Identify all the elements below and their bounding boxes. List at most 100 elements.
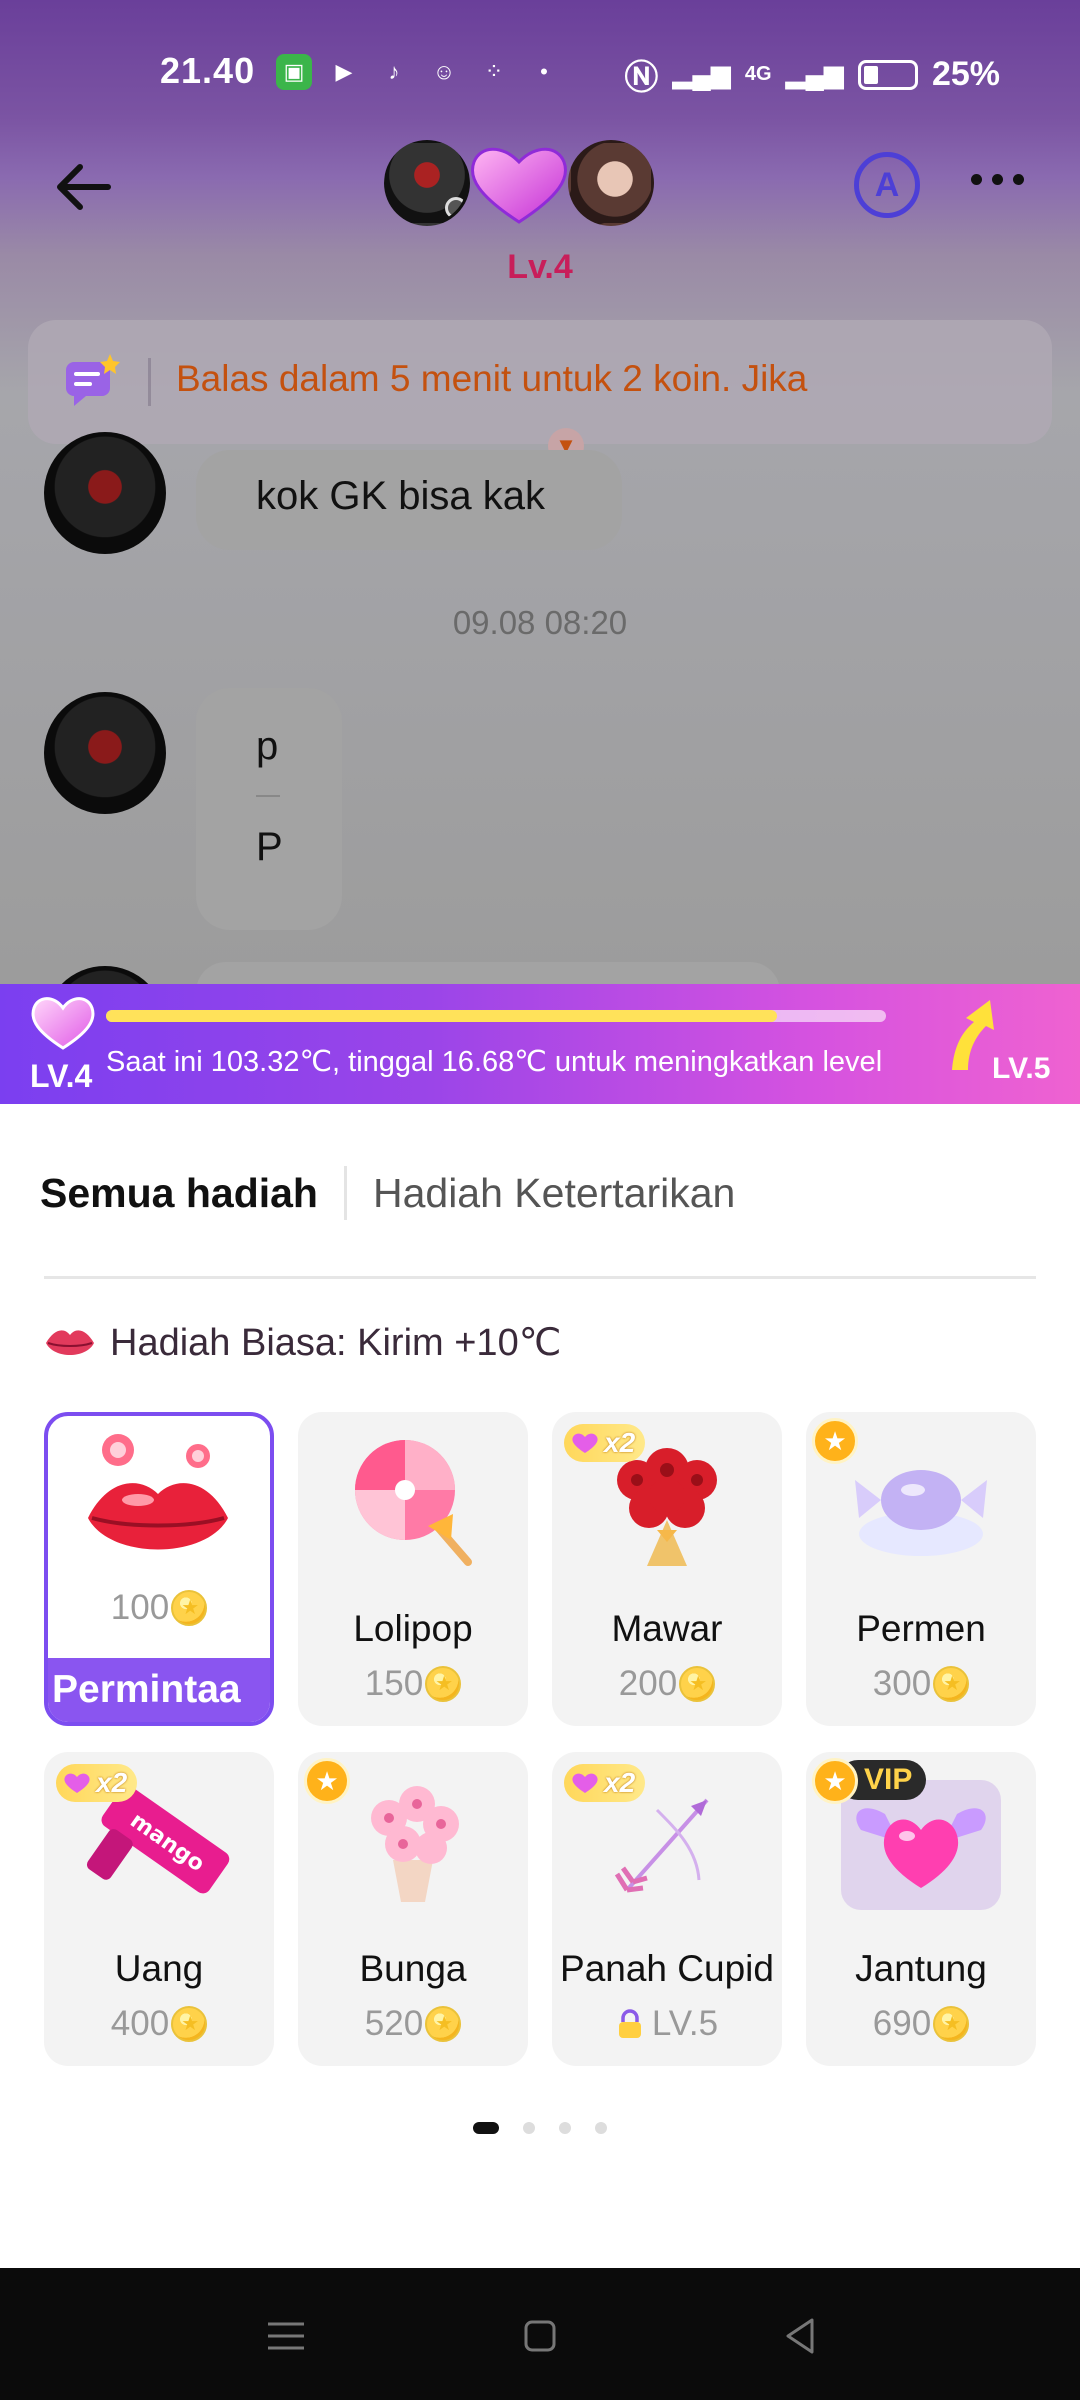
gift-card-uang[interactable]: mango x2 Uang 400 [44, 1752, 274, 2066]
coin-icon [679, 1666, 716, 1702]
intimacy-level-bar: LV.4 Saat ini 103.32℃, tinggal 16.68℃ un… [0, 984, 1080, 1104]
sender-avatar-3[interactable] [44, 966, 166, 984]
back-icon[interactable] [770, 2306, 830, 2366]
gift-name: Panah Cupid [560, 1948, 774, 1989]
couple-avatars[interactable] [384, 138, 654, 228]
page-dot[interactable] [473, 2122, 499, 2134]
gift-card-permen[interactable]: ★ Permen 300 [806, 1412, 1036, 1726]
section-divider [44, 1276, 1036, 1279]
message-timestamp: 09.08 08:20 [452, 604, 628, 641]
lips-icon [46, 1329, 94, 1355]
current-level: LV.4 [30, 1058, 93, 1094]
gift-grid: 100 Permintaa Lolipop 150 [44, 1412, 1036, 2066]
level-progress-fill [106, 1010, 777, 1022]
chat-notification-icon: ☺ [432, 59, 456, 84]
gift-price: 150 [298, 1664, 528, 1704]
mini-heart-icon [64, 1773, 90, 1793]
star-badge-icon: ★ [812, 1418, 858, 1464]
sender-avatar-2[interactable] [44, 692, 166, 814]
translate-icon[interactable]: A [854, 152, 920, 218]
gift-name: Permen [856, 1608, 986, 1649]
reply-reward-notice[interactable]: Balas dalam 5 menit untuk 2 koin. Jika ▼ [28, 320, 1052, 464]
status-right: Ⓝ ▂▄▆ 4G ▂▄▆ 25% [624, 50, 1000, 99]
chat-bubble[interactable]: kok GK bisa kak [196, 450, 622, 550]
chat-bubble-2[interactable]: p P [196, 688, 342, 930]
my-avatar[interactable] [384, 140, 470, 226]
price-value: 150 [364, 1664, 424, 1703]
more-options-icon[interactable] [971, 174, 1024, 185]
candy-icon [855, 1470, 987, 1556]
tiktok-icon: ♪ [388, 59, 400, 84]
gift-card-bunga[interactable]: ★ Bunga 520 [298, 1752, 528, 2066]
coin-icon [933, 2006, 970, 2042]
tab-interest-gifts[interactable]: Hadiah Ketertarikan [373, 1170, 735, 1217]
request-gift-button[interactable]: Permintaa [48, 1658, 270, 1722]
notice-divider [148, 358, 151, 406]
gift-name: Uang [114, 1948, 204, 1989]
gift-name: Jantung [855, 1948, 987, 1989]
app-notification-icon-2: ⁘ [484, 59, 504, 84]
price-value: 400 [110, 2004, 170, 2043]
home-icon[interactable] [510, 2306, 570, 2366]
gift-card-panah-cupid[interactable]: x2 Panah Cupid LV.5 [552, 1752, 782, 2066]
more-notifications-dot: • [540, 59, 548, 84]
gift-card-mawar[interactable]: x2 Mawar 200 [552, 1412, 782, 1726]
signal-icon-2: ▂▄▆ [785, 59, 844, 89]
price-value: 200 [618, 1664, 678, 1703]
notice-text: Balas dalam 5 menit untuk 2 koin. Jika [176, 358, 808, 399]
app-notification-icon: ▣ [276, 54, 312, 90]
badge-x2-text: x2 [604, 1767, 636, 1798]
section-header: Hadiah Biasa: Kirim +10℃ [44, 1320, 561, 1365]
sender-avatar[interactable] [44, 432, 166, 554]
message-task-icon [66, 354, 120, 406]
level-progress-text: Saat ini 103.32℃, tinggal 16.68℃ untuk m… [106, 1046, 883, 1078]
coin-icon [933, 1666, 970, 1702]
page-indicator [0, 2122, 1080, 2134]
partner-avatar[interactable] [568, 140, 654, 226]
menu-icon[interactable] [256, 2306, 316, 2366]
gift-price: LV.5 [552, 2004, 782, 2044]
intimacy-heart-icon [471, 147, 567, 224]
price-value: 690 [872, 2004, 932, 2043]
gift-price: 100 [48, 1588, 270, 1628]
page-dot[interactable] [595, 2122, 607, 2134]
chat-header: Lv.4 A [0, 130, 1080, 290]
gift-name: Bunga [359, 1948, 467, 1989]
tab-all-gifts[interactable]: Semua hadiah [40, 1170, 318, 1217]
notification-icons: ▣ ▶ ♪ ☺ ⁘ • [276, 54, 562, 90]
chat-background: 21.40 ▣ ▶ ♪ ☺ ⁘ • Ⓝ ▂▄▆ 4G ▂▄▆ 25% Lv.4 … [0, 0, 1080, 984]
back-arrow-icon[interactable] [50, 152, 120, 222]
star-badge-icon: ★ [304, 1758, 350, 1804]
gift-name: Mawar [611, 1608, 723, 1649]
lollipop-icon [355, 1440, 472, 1566]
heart-level-icon [31, 997, 95, 1050]
coin-icon [171, 2006, 208, 2042]
price-value: 100 [110, 1588, 170, 1627]
flower-bouquet-icon [371, 1786, 459, 1902]
mini-heart-icon [572, 1433, 598, 1453]
badge-x2-text: x2 [96, 1767, 128, 1798]
coin-icon [171, 1590, 208, 1626]
battery-percent: 25% [931, 55, 1000, 93]
gift-card-kiss[interactable]: 100 Permintaa [44, 1412, 274, 1726]
play-notification-icon: ▶ [335, 59, 353, 84]
unlock-level: LV.5 [651, 2004, 719, 2043]
message-text: kok GK bisa kak [256, 474, 546, 518]
gift-card-jantung[interactable]: VIP ★ Jantung 690 [806, 1752, 1036, 2066]
signal-icon: ▂▄▆ [672, 59, 731, 89]
chat-bubble-3[interactable] [196, 962, 780, 984]
double-badge: x2 [564, 1424, 646, 1462]
double-badge: x2 [564, 1764, 646, 1802]
page-dot[interactable] [523, 2122, 535, 2134]
intimacy-level: Lv.4 [507, 248, 573, 286]
status-time: 21.40 [160, 50, 256, 91]
page-dot[interactable] [559, 2122, 571, 2134]
gift-price: 300 [806, 1664, 1036, 1704]
nfc-icon: Ⓝ [624, 59, 659, 97]
coin-icon [425, 2006, 462, 2042]
message-line: p [256, 724, 279, 768]
gift-price: 200 [552, 1664, 782, 1704]
mini-heart-icon [572, 1773, 598, 1793]
gift-card-lolipop[interactable]: Lolipop 150 [298, 1412, 528, 1726]
lock-icon [618, 2009, 641, 2038]
